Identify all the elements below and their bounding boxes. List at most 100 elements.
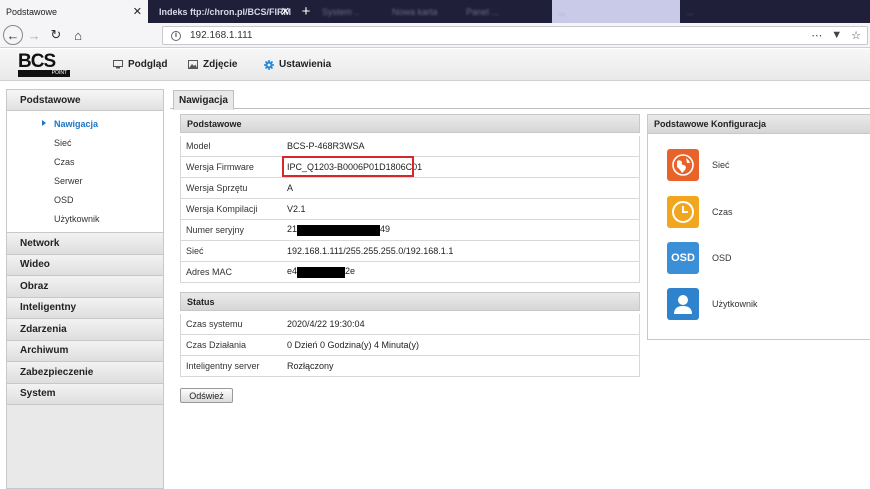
- browser-tab-blurred-1[interactable]: System ..: [316, 0, 386, 23]
- bookmark-star-icon[interactable]: ☆: [851, 29, 861, 42]
- table-row: Wersja Kompilacji V2.1: [181, 199, 639, 220]
- monitor-icon: [113, 60, 123, 69]
- table-row: Czas systemu 2020/4/22 19:30:04: [181, 314, 639, 335]
- browser-tab-blurred-4[interactable]: ...: [552, 0, 680, 23]
- build-version-value: V2.1: [287, 204, 306, 214]
- app-header: BCS POINT Podgląd Zdjęcie Ustawienia: [0, 49, 870, 81]
- menu-ustawienia[interactable]: Ustawienia: [264, 59, 331, 70]
- sidebar-item-osd[interactable]: OSD: [7, 190, 163, 209]
- browser-tab-ftp-index[interactable]: Indeks ftp://chron.pl/BCS/FIRM ✕: [148, 0, 296, 23]
- sidebar-item-inteligentny[interactable]: Inteligentny: [7, 297, 163, 319]
- table-row: Adres MAC e4 2e: [181, 262, 639, 283]
- mac-address-value: e4 2e: [287, 266, 356, 278]
- sidebar-item-czas[interactable]: Czas: [7, 152, 163, 171]
- serial-number-value: 21 49: [287, 224, 391, 236]
- menu-label: Zdjęcie: [203, 59, 238, 70]
- tab-title: Indeks ftp://chron.pl/BCS/FIRM: [159, 6, 291, 17]
- sidebar-item-nawigacja[interactable]: Nawigacja: [7, 114, 163, 133]
- hardware-version-value: A: [287, 183, 294, 193]
- content-tab-strip: Nawigacja: [170, 89, 870, 110]
- logo-sub-text: POINT: [18, 70, 70, 77]
- row-label: Wersja Firmware: [186, 162, 254, 172]
- firmware-highlight-box: [282, 156, 414, 177]
- sidebar-submenu: Nawigacja Sieć Czas Serwer OSD Użytkowni…: [7, 111, 163, 233]
- config-label: Sieć: [712, 160, 730, 170]
- basic-info-header: Podstawowe: [180, 114, 640, 133]
- sidebar-item-serwer[interactable]: Serwer: [7, 171, 163, 190]
- network-globe-icon[interactable]: [667, 149, 699, 181]
- close-tab-icon[interactable]: ✕: [133, 5, 142, 18]
- table-row: Model BCS-P-468R3WSA: [181, 136, 639, 157]
- clock-icon[interactable]: [667, 196, 699, 228]
- table-row: Wersja Firmware IPC_Q1203-B0006P01D1806C…: [181, 156, 639, 178]
- close-tab-icon[interactable]: ✕: [281, 5, 290, 18]
- row-label: Czas systemu: [186, 319, 243, 329]
- row-label: Model: [186, 141, 211, 151]
- redaction-bar: [297, 224, 381, 236]
- osd-icon[interactable]: OSD: [667, 242, 699, 274]
- uptime-value: 0 Dzień 0 Godzina(y) 4 Minuta(y): [287, 340, 420, 350]
- new-tab-button[interactable]: +: [296, 0, 316, 23]
- reload-icon[interactable]: ↻: [45, 24, 67, 46]
- sidebar-item-uzytkownik[interactable]: Użytkownik: [7, 209, 163, 228]
- sidebar-item-system[interactable]: System: [7, 383, 163, 405]
- config-label: OSD: [712, 253, 732, 263]
- config-label: Użytkownik: [712, 299, 758, 309]
- browser-tab-blurred-3[interactable]: Panel ...: [460, 0, 552, 23]
- browser-tab-podstawowe[interactable]: Podstawowe ✕: [0, 0, 148, 23]
- back-arrow-icon[interactable]: ←: [3, 25, 23, 45]
- config-item-osd[interactable]: OSD OSD: [667, 242, 732, 274]
- basic-info-table: Model BCS-P-468R3WSA Wersja Firmware IPC…: [180, 136, 640, 283]
- row-label: Wersja Sprzętu: [186, 183, 248, 193]
- sidebar-item-wideo[interactable]: Wideo: [7, 254, 163, 276]
- row-label: Sieć: [186, 246, 204, 256]
- user-icon[interactable]: [667, 288, 699, 320]
- status-header: Status: [180, 292, 640, 311]
- table-row: Inteligentny server Rozłączony: [181, 356, 639, 377]
- sidebar-item-network[interactable]: Network: [7, 233, 163, 255]
- home-icon[interactable]: ⌂: [67, 24, 89, 46]
- tab-nawigacja[interactable]: Nawigacja: [173, 90, 234, 110]
- selected-arrow-icon: [42, 120, 46, 126]
- tab-title: Podstawowe: [6, 6, 58, 17]
- smart-server-value: Rozłączony: [287, 361, 334, 371]
- sidebar-item-siec[interactable]: Sieć: [7, 133, 163, 152]
- browser-tab-bar: Podstawowe ✕ Indeks ftp://chron.pl/BCS/F…: [0, 0, 870, 23]
- quick-config-panel: Podstawowe Konfiguracja Sieć Czas OSD OS…: [647, 114, 870, 340]
- refresh-button[interactable]: Odśwież: [180, 388, 233, 403]
- settings-sidebar: Podstawowe Nawigacja Sieć Czas Serwer OS…: [6, 89, 164, 489]
- config-label: Czas: [712, 207, 733, 217]
- menu-zdjecie[interactable]: Zdjęcie: [188, 59, 237, 70]
- address-bar[interactable]: i 192.168.1.111 ⋯ ▼ ☆: [162, 26, 868, 45]
- menu-label: Podgląd: [128, 59, 168, 70]
- browser-tab-blurred-5[interactable]: ...: [680, 0, 790, 23]
- site-info-icon[interactable]: i: [171, 30, 181, 41]
- sidebar-item-obraz[interactable]: Obraz: [7, 276, 163, 298]
- config-item-siec[interactable]: Sieć: [667, 149, 730, 181]
- config-item-uzytkownik[interactable]: Użytkownik: [667, 288, 758, 320]
- redaction-bar: [297, 266, 346, 278]
- row-label: Numer seryjny: [186, 225, 245, 235]
- sidebar-item-archiwum[interactable]: Archiwum: [7, 340, 163, 362]
- sidebar-section-podstawowe[interactable]: Podstawowe: [7, 90, 163, 111]
- menu-podglad[interactable]: Podgląd: [113, 59, 167, 70]
- browser-tab-blurred-2[interactable]: Nowa karta: [386, 0, 460, 23]
- table-row: Wersja Sprzętu A: [181, 178, 639, 199]
- sidebar-item-zdarzenia[interactable]: Zdarzenia: [7, 319, 163, 341]
- logo-main-text: BCS: [18, 51, 56, 72]
- model-value: BCS-P-468R3WSA: [287, 141, 365, 151]
- row-label: Czas Działania: [186, 340, 247, 350]
- pocket-icon[interactable]: ▼: [831, 29, 842, 42]
- row-label: Wersja Kompilacji: [186, 204, 258, 214]
- sidebar-item-zabezpieczenie[interactable]: Zabezpieczenie: [7, 362, 163, 384]
- more-actions-icon[interactable]: ⋯: [811, 29, 822, 42]
- bcs-point-logo: BCS POINT: [18, 51, 70, 77]
- row-label: Adres MAC: [186, 267, 233, 277]
- network-value: 192.168.1.111/255.255.255.0/192.168.1.1: [287, 246, 454, 256]
- url-text: 192.168.1.111: [190, 30, 253, 41]
- gear-icon: [264, 59, 274, 70]
- config-item-czas[interactable]: Czas: [667, 196, 733, 228]
- forward-arrow-icon[interactable]: →: [23, 24, 45, 46]
- browser-nav-bar: ← → ↻ ⌂ i 192.168.1.111 ⋯ ▼ ☆: [0, 23, 870, 48]
- table-row: Sieć 192.168.1.111/255.255.255.0/192.168…: [181, 241, 639, 262]
